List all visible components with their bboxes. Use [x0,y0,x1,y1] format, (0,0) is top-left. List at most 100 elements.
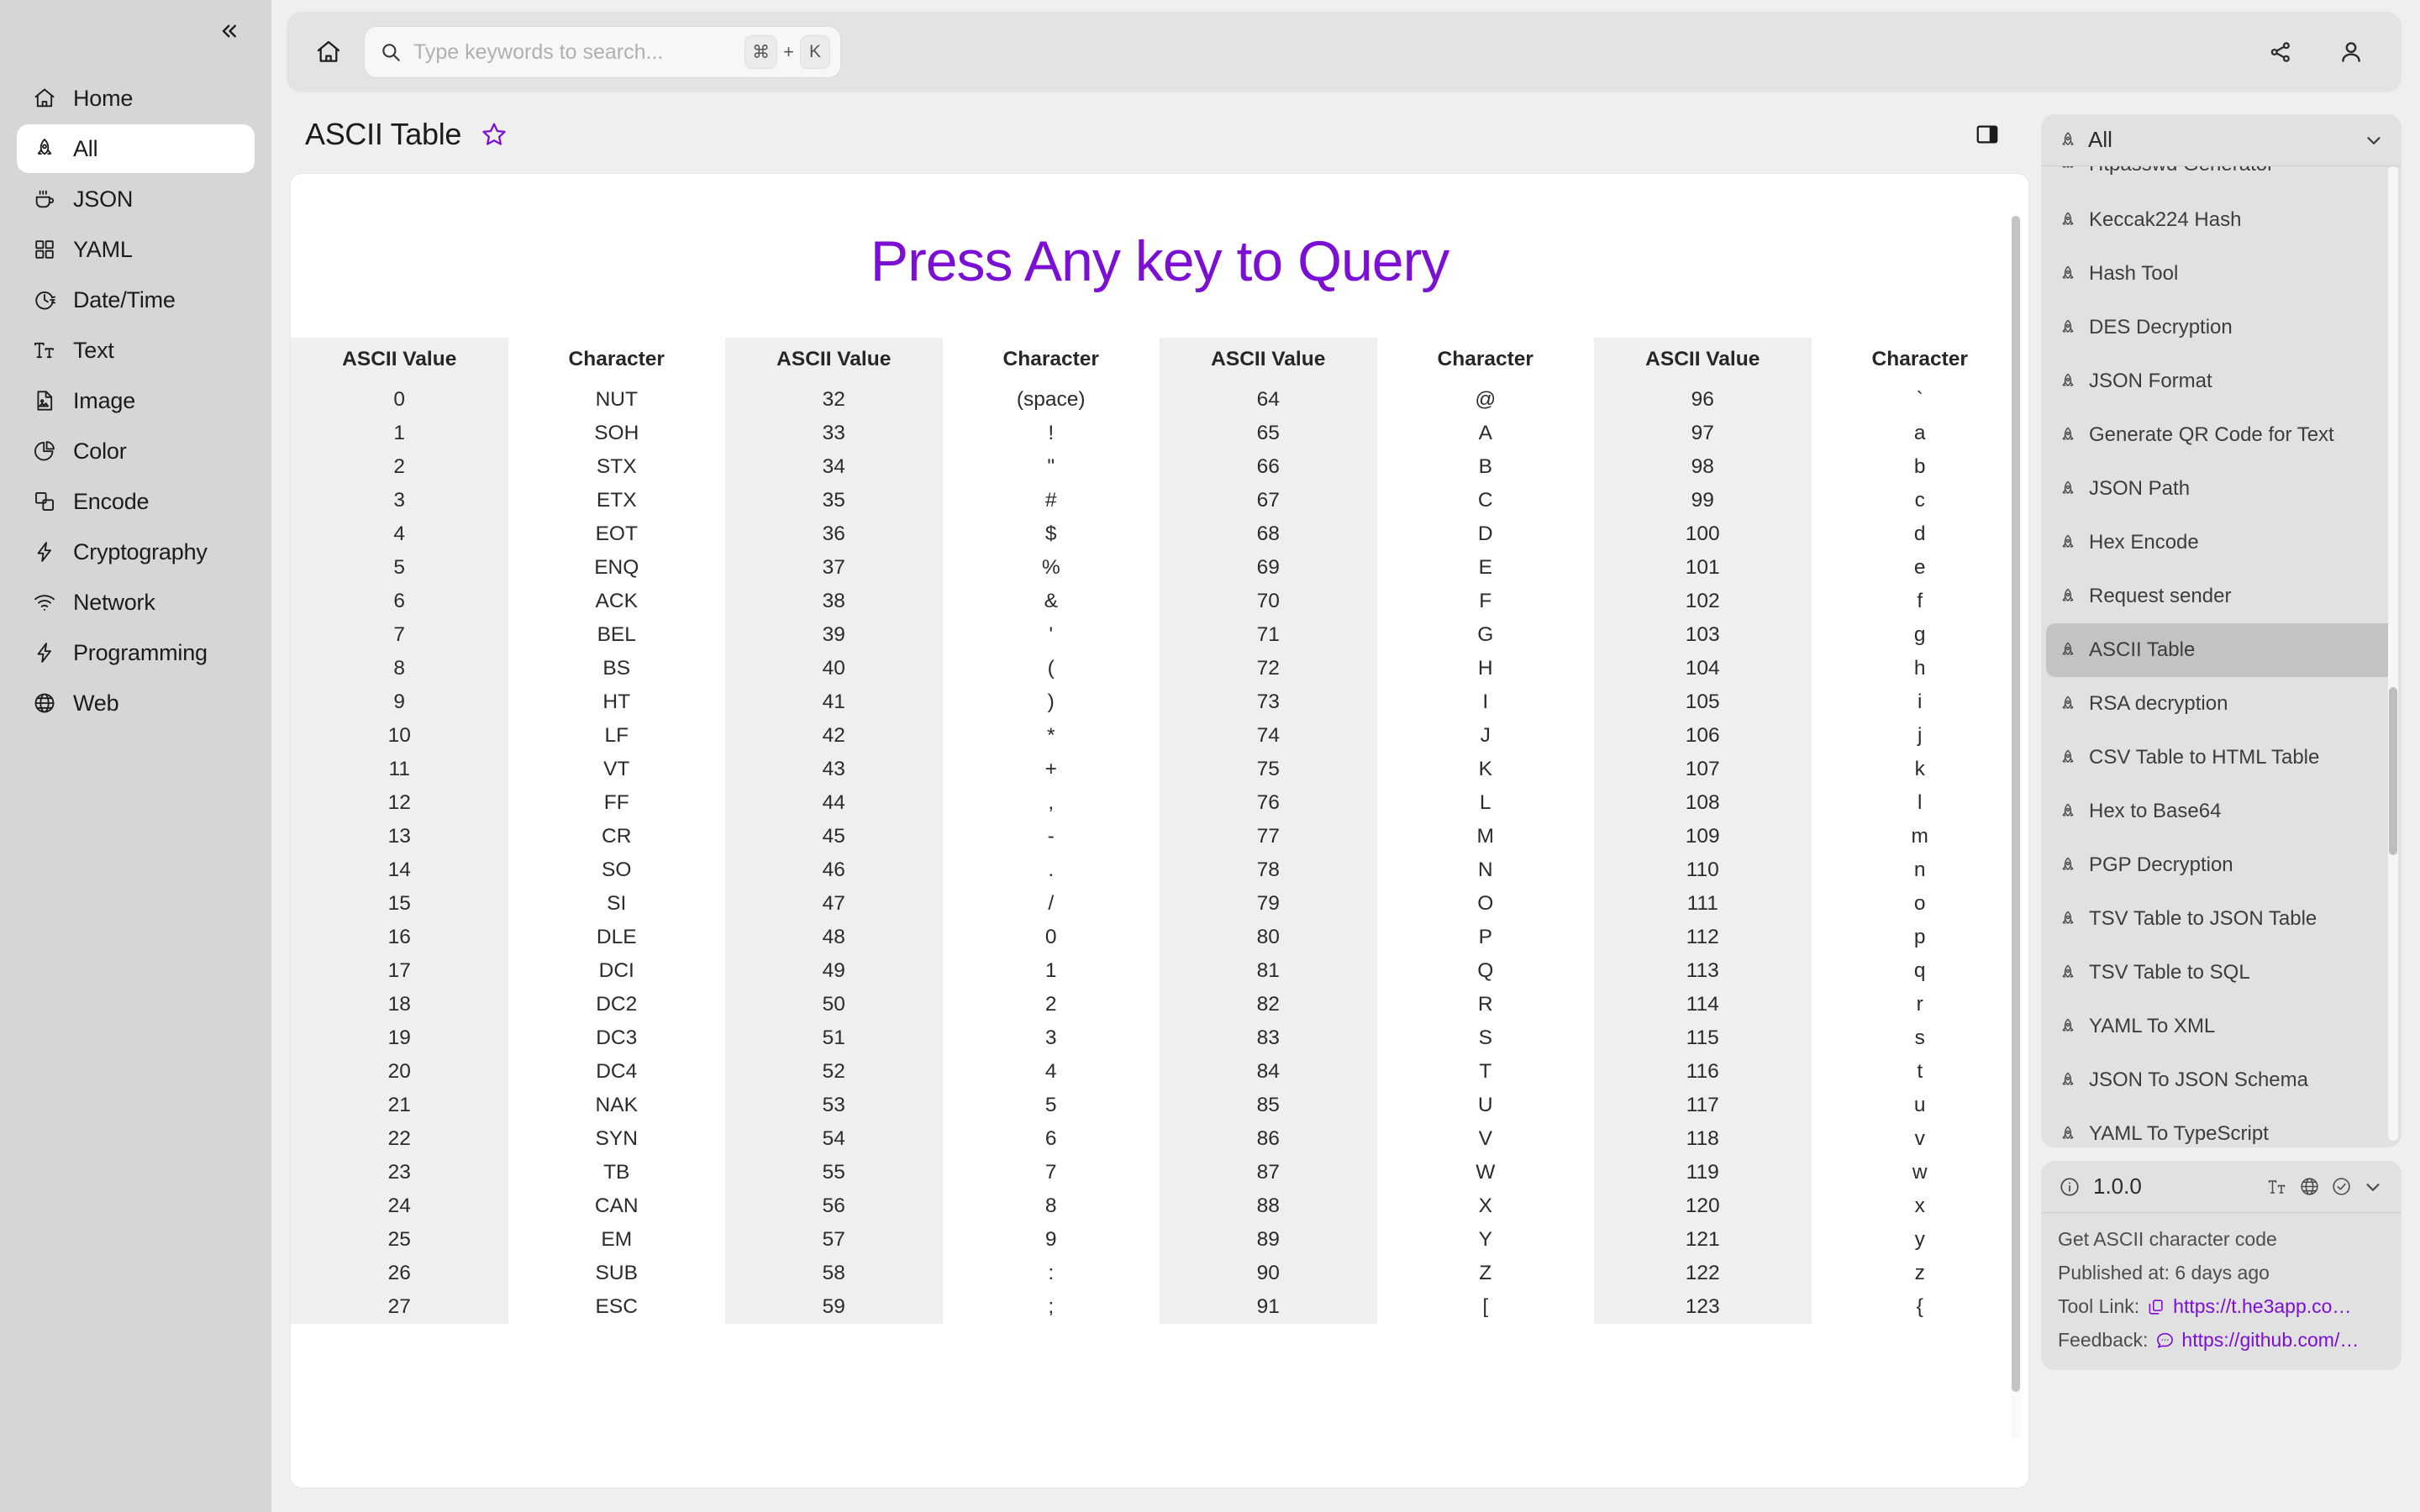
tool-list-item[interactable]: Hex to Base64 [2046,785,2396,838]
table-cell: 90 [1256,1262,1280,1284]
tool-link-value[interactable]: https://t.he3app.co… [2173,1295,2351,1318]
table-cell: 8 [1044,1194,1057,1217]
grid-icon [32,237,57,262]
table-cell: 27 [387,1295,411,1318]
table-cell: 103 [1685,623,1720,646]
image-file-icon [32,388,57,413]
sidebar-item-encode[interactable]: Encode [17,477,255,526]
tool-list-item[interactable]: JSON Format [2046,354,2396,408]
sidebar-item-network[interactable]: Network [17,578,255,627]
sidebar-item-text[interactable]: Text [17,326,255,375]
tool-list-item-label: JSON Path [2089,477,2191,500]
tool-list-item[interactable]: YAML To XML [2046,1000,2396,1053]
sidebar-item-web[interactable]: Web [17,679,255,727]
text-format-icon[interactable] [2265,1175,2289,1199]
table-cell: 121 [1685,1228,1720,1251]
rocket-icon [2058,640,2078,660]
globe-icon[interactable] [2297,1175,2321,1199]
tool-list-item[interactable]: Htpasswd Generator [2046,166,2396,193]
sidebar-item-color[interactable]: Color [17,427,255,475]
user-account-icon[interactable] [2333,34,2370,71]
table-cell: 3 [1044,1026,1057,1049]
sidebar-item-label: Encode [73,488,150,514]
table-cell: 39 [822,623,845,646]
search-input[interactable] [413,39,735,65]
sidebar-item-cryptography[interactable]: Cryptography [17,528,255,576]
tool-list-item[interactable]: JSON Path [2046,462,2396,516]
tool-list-item[interactable]: ASCII Table [2046,623,2396,677]
tool-list-item[interactable]: Hex Encode [2046,516,2396,570]
table-cell: 34 [822,455,845,478]
tools-filter-dropdown[interactable]: All [2041,114,2402,166]
content-scrollbar-thumb[interactable] [2012,216,2020,1392]
table-cell: m [1911,825,1928,848]
table-cell: 10 [387,724,411,747]
table-cell: 9 [1044,1228,1057,1251]
table-cell: 7 [393,623,406,646]
comment-icon[interactable] [2154,1331,2175,1351]
tool-list-item[interactable]: TSV Table to SQL [2046,946,2396,1000]
table-cell: 2 [393,455,406,478]
table-cell: LF [604,724,629,747]
copy-icon[interactable] [2146,1297,2166,1317]
table-cell: 37 [822,556,845,579]
star-outline-icon[interactable] [478,118,510,150]
table-cell: 52 [822,1060,845,1083]
tool-list-item[interactable]: PGP Decryption [2046,838,2396,892]
tool-list-item[interactable]: DES Decryption [2046,301,2396,354]
tools-scrollbar-track[interactable] [2388,166,2398,1141]
table-cell: ! [1048,422,1055,444]
rocket-icon [2058,909,2078,929]
table-cell: DC3 [596,1026,638,1049]
tools-card: All Htpasswd Generator Keccak224 Hash Hash… [2041,114,2402,1147]
feedback-label: Feedback: [2058,1329,2149,1351]
table-row: 21 NAK 53 5 85 U 117 u [291,1089,2028,1122]
search-bar[interactable]: ⌘ + K [364,26,841,78]
table-cell: SO [602,858,632,881]
tool-list-item-label: Htpasswd Generator [2089,166,2274,176]
tool-list-item[interactable]: RSA decryption [2046,677,2396,731]
table-cell: t [1917,1060,1923,1083]
rocket-icon [2058,479,2078,499]
sidebar-item-yaml[interactable]: YAML [17,225,255,274]
table-cell: 4 [393,522,406,545]
sidebar-item-date-time[interactable]: Date/Time [17,276,255,324]
sidebar-item-json[interactable]: JSON [17,175,255,223]
table-cell: 9 [393,690,406,713]
table-cell: 33 [822,422,845,444]
sidebar-item-all[interactable]: All [17,124,255,173]
table-row: 0 NUT 32 (space) 64 @96 ` [291,383,2028,417]
tool-list-item[interactable]: Generate QR Code for Text [2046,408,2396,462]
table-cell: e [1913,556,1926,579]
tools-scrollbar-thumb[interactable] [2389,687,2397,855]
collapse-sidebar-button[interactable] [209,13,246,50]
tool-list-item[interactable]: CSV Table to HTML Table [2046,731,2396,785]
tool-list-item[interactable]: YAML To TypeScript [2046,1107,2396,1147]
sidebar-item-image[interactable]: Image [17,376,255,425]
tool-list-item[interactable]: JSON To JSON Schema [2046,1053,2396,1107]
rocket-icon [32,136,57,161]
toggle-right-panel-icon[interactable] [1970,118,2004,151]
home-icon[interactable] [305,29,352,76]
tool-list-item-label: CSV Table to HTML Table [2089,746,2320,769]
table-row: 17 DCI 49 1 81 Q 113 q [291,954,2028,988]
table-cell: 101 [1685,556,1720,579]
rocket-icon [2058,963,2078,983]
coffee-cup-icon [32,186,57,212]
sidebar-item-home[interactable]: Home [17,74,255,123]
tool-list-item[interactable]: Keccak224 Hash [2046,193,2396,247]
table-cell: 12 [387,791,411,814]
table-cell: 8 [393,657,406,680]
feedback-value[interactable]: https://github.com/… [2181,1329,2359,1352]
table-cell: 17 [387,959,411,982]
left-sidebar: Home All JSON YAML Date/Time Text Image Color En… [0,0,271,1512]
share-icon[interactable] [2262,34,2299,71]
tool-list-item[interactable]: TSV Table to JSON Table [2046,892,2396,946]
content-scrollbar-track[interactable] [2011,214,2021,1439]
sidebar-item-programming[interactable]: Programming [17,628,255,677]
tool-list-item[interactable]: Hash Tool [2046,247,2396,301]
tool-list-item[interactable]: Request sender [2046,570,2396,623]
check-circle-icon[interactable] [2329,1175,2353,1199]
table-cell: 91 [1256,1295,1280,1318]
chevron-down-icon[interactable] [2361,1175,2385,1199]
